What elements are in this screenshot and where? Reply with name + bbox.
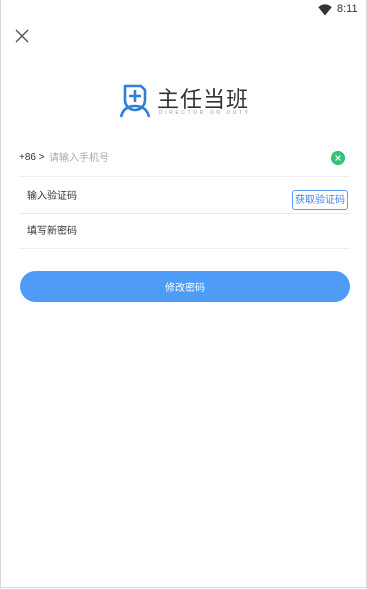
app-logo: 主任当班 DIRECTOR ON DUTY (119, 82, 251, 122)
doctor-logo-icon (119, 84, 151, 118)
logo-subtitle: DIRECTOR ON DUTY (159, 110, 251, 116)
wifi-icon (318, 4, 332, 16)
status-time: 8:11 (337, 3, 358, 15)
new-password-input[interactable] (27, 222, 277, 240)
verification-code-input[interactable] (27, 187, 277, 205)
screen: 8:11 主任当班 DIRECTOR ON DUTY +86 > 获取验证码 修… (0, 0, 367, 588)
verification-code-row: 获取验证码 (19, 178, 350, 214)
new-password-row (19, 213, 350, 249)
phone-input[interactable] (49, 148, 319, 168)
change-password-button[interactable]: 修改密码 (20, 271, 350, 302)
clear-icon[interactable] (331, 151, 345, 165)
get-code-button[interactable]: 获取验证码 (292, 190, 348, 210)
close-icon[interactable] (14, 28, 30, 44)
status-bar: 8:11 (1, 0, 367, 22)
phone-row: +86 > (19, 141, 350, 177)
country-code-selector[interactable]: +86 > (19, 152, 45, 163)
